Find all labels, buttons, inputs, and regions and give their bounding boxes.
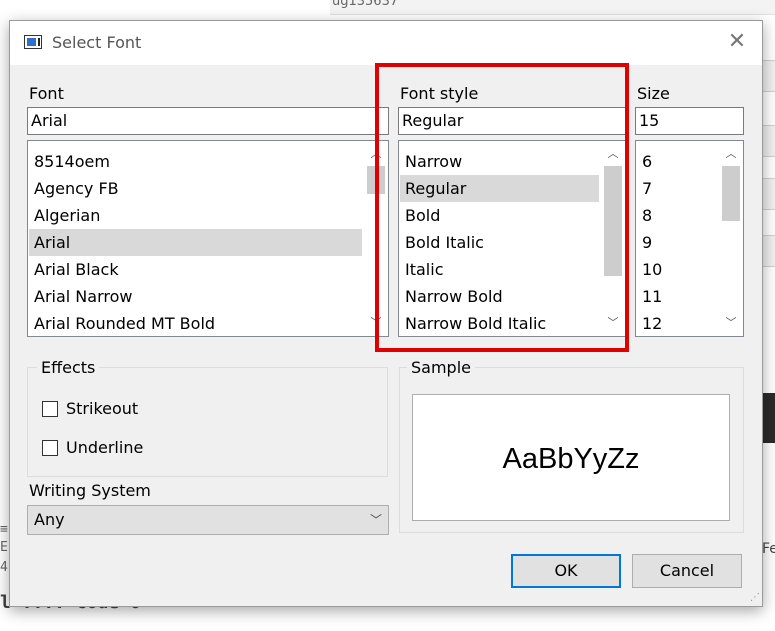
background-app-text: ug135637 [332, 0, 399, 9]
dialog-title: Select Font [52, 33, 142, 52]
font-list-scrollbar[interactable]: ︿ ﹀ [365, 142, 387, 335]
effects-group [27, 367, 388, 477]
font-list-item[interactable]: Arial Narrow [29, 283, 362, 310]
sample-text: AaBbYyZz [502, 443, 640, 475]
size-list-scrollbar[interactable]: ︿ ﹀ [720, 142, 742, 335]
size-input[interactable]: 15 [635, 107, 744, 135]
strikeout-checkbox-row[interactable]: Strikeout [42, 399, 138, 418]
cancel-button[interactable]: Cancel [632, 554, 742, 588]
sample-preview-box: AaBbYyZz [412, 394, 730, 521]
font-style-list-item[interactable]: Bold [400, 202, 599, 229]
size-list-item[interactable]: 10 [637, 256, 717, 283]
effects-title: Effects [37, 358, 100, 377]
dialog-titlebar[interactable]: Select Font ✕ [10, 21, 762, 65]
scroll-thumb[interactable] [722, 166, 740, 221]
font-style-list-item[interactable]: Narrow Bold Italic [400, 310, 599, 336]
font-input[interactable]: Arial [27, 107, 389, 135]
font-style-list-item[interactable]: Italic [400, 256, 599, 283]
size-label: Size [637, 84, 670, 103]
window-app-icon [24, 35, 42, 49]
font-list-item[interactable]: Algerian [29, 202, 362, 229]
font-list-item[interactable]: Arial Black [29, 256, 362, 283]
size-list-item[interactable]: 11 [637, 283, 717, 310]
writing-system-select[interactable]: Any ﹀ [27, 505, 389, 535]
size-list-item[interactable]: 7 [637, 175, 717, 202]
font-list[interactable]: 8514oem Agency FB Algerian Arial Arial B… [27, 140, 389, 337]
font-list-item-selected[interactable]: Arial [29, 229, 362, 256]
scroll-down-icon[interactable]: ﹀ [602, 314, 624, 332]
strikeout-label[interactable]: Strikeout [66, 399, 138, 418]
chevron-down-icon: ﹀ [369, 513, 382, 527]
font-list-item[interactable]: Agency FB [29, 175, 362, 202]
size-list[interactable]: 6 7 8 9 10 11 12 ︿ ﹀ [635, 140, 744, 337]
size-list-item[interactable]: 12 [637, 310, 717, 336]
font-style-list-scrollbar[interactable]: ︿ ﹀ [602, 142, 624, 335]
background-left-text: ≡ [0, 522, 8, 537]
close-icon[interactable]: ✕ [722, 27, 752, 57]
scroll-down-icon[interactable]: ﹀ [365, 314, 387, 332]
background-panel [762, 235, 775, 267]
scroll-up-icon[interactable]: ︿ [720, 145, 742, 163]
font-list-item[interactable]: 8514oem [29, 148, 362, 175]
font-label: Font [29, 84, 64, 103]
font-style-list-item[interactable]: Narrow Bold [400, 283, 599, 310]
size-list-item[interactable]: 9 [637, 229, 717, 256]
font-list-item[interactable]: Arial Rounded MT Bold [29, 310, 362, 336]
font-style-list-item-selected[interactable]: Regular [400, 175, 599, 202]
background-right-text: Fe [762, 541, 775, 557]
font-style-label: Font style [400, 84, 479, 103]
underline-label[interactable]: Underline [66, 438, 143, 457]
font-style-list-item[interactable]: Narrow [400, 148, 599, 175]
background-panel [762, 178, 775, 210]
resize-grip-icon[interactable]: ⋰ [750, 592, 760, 603]
scroll-thumb[interactable] [367, 166, 385, 194]
sample-title: Sample [407, 358, 475, 377]
background-panel [762, 60, 775, 92]
underline-checkbox[interactable] [42, 439, 58, 456]
font-style-list-item[interactable]: Bold Italic [400, 229, 599, 256]
scroll-up-icon[interactable]: ︿ [365, 145, 387, 163]
background-panel [762, 125, 775, 157]
select-font-dialog: Select Font ✕ Font Arial 8514oem Agency … [9, 20, 763, 607]
writing-system-value: Any [34, 510, 65, 529]
font-style-input[interactable]: Regular [398, 107, 626, 135]
scroll-up-icon[interactable]: ︿ [602, 145, 624, 163]
ok-button[interactable]: OK [511, 554, 621, 588]
underline-checkbox-row[interactable]: Underline [42, 438, 143, 457]
background-dark-panel [762, 393, 775, 443]
size-list-item[interactable]: 6 [637, 148, 717, 175]
background-left-text: E [0, 540, 8, 555]
size-list-item[interactable]: 8 [637, 202, 717, 229]
font-style-list[interactable]: Narrow Regular Bold Bold Italic Italic N… [398, 140, 626, 337]
scroll-down-icon[interactable]: ﹀ [720, 314, 742, 332]
writing-system-label: Writing System [29, 481, 151, 500]
scroll-thumb[interactable] [604, 166, 622, 276]
strikeout-checkbox[interactable] [42, 400, 58, 417]
